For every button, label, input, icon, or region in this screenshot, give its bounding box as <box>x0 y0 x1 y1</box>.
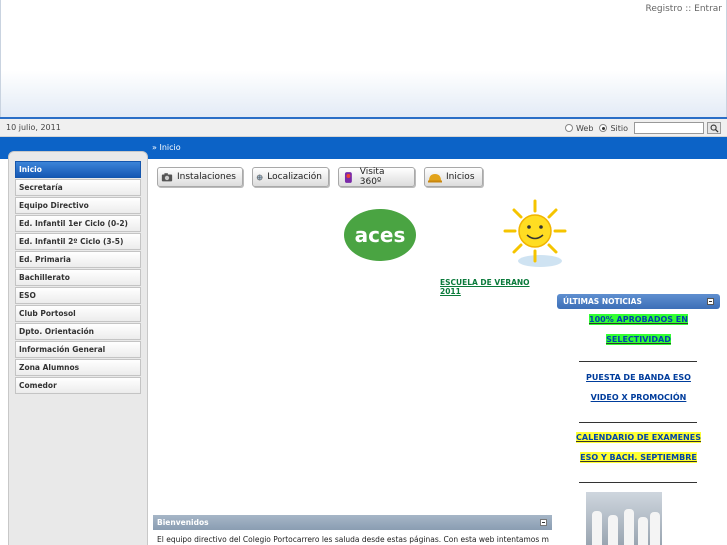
visita-360-button[interactable]: Visita 360º <box>338 167 415 187</box>
search-form: Web Sitio <box>564 122 721 134</box>
news-divider <box>579 422 697 423</box>
localizacion-label: Localización <box>267 172 322 182</box>
instalaciones-button[interactable]: Instalaciones <box>157 167 243 187</box>
search-site-label: Sitio <box>610 123 628 133</box>
breadcrumb-home-link[interactable]: Inicio <box>159 143 180 152</box>
sidebar-item-informacion-general[interactable]: Información General <box>15 341 141 358</box>
welcome-panel-header: Bienvenidos <box>153 515 552 530</box>
search-button[interactable] <box>707 122 721 134</box>
globe-icon <box>256 174 263 180</box>
sidebar-item-bachillerato[interactable]: Bachillerato <box>15 269 141 286</box>
date-search-bar: 10 julio, 2011 Web Sitio <box>0 117 727 137</box>
news-item-line: ESO Y BACH. SEPTIEMBRE <box>580 452 697 463</box>
sidebar-item-club-portosol[interactable]: Club Portosol <box>15 305 141 322</box>
news-item-calendario[interactable]: CALENDARIO DE EXAMENES ESO Y BACH. SEPTI… <box>557 428 720 468</box>
viewer-icon <box>344 171 352 183</box>
visita-360-label: Visita 360º <box>359 167 385 187</box>
instalaciones-label: Instalaciones <box>177 172 236 182</box>
site-header: Registro :: Entrar <box>0 0 727 117</box>
links-separator: :: <box>685 4 692 14</box>
current-date: 10 julio, 2011 <box>6 123 61 132</box>
sidebar-item-primaria[interactable]: Ed. Primaria <box>15 251 141 268</box>
sidebar-item-equipo-directivo[interactable]: Equipo Directivo <box>15 197 141 214</box>
sidebar-item-infantil-1[interactable]: Ed. Infantil 1er Ciclo (0-2) <box>15 215 141 232</box>
news-panel: ÚLTIMAS NOTICIAS 100% APROBADOS EN SELEC… <box>557 294 720 545</box>
inicios-label: Inicios <box>446 172 475 182</box>
sidebar-item-secretaria[interactable]: Secretaría <box>15 179 141 196</box>
news-item-line: CALENDARIO DE EXAMENES <box>576 432 701 443</box>
helmet-icon <box>428 173 442 182</box>
sun-icon[interactable] <box>500 197 570 271</box>
breadcrumb-arrow: » <box>152 143 157 152</box>
sidebar-item-orientacion[interactable]: Dpto. Orientación <box>15 323 141 340</box>
sidebar-item-infantil-2[interactable]: Ed. Infantil 2º Ciclo (3-5) <box>15 233 141 250</box>
search-web-radio[interactable] <box>564 124 573 132</box>
welcome-title: Bienvenidos <box>157 518 209 527</box>
news-item-line: SELECTIVIDAD <box>606 334 671 345</box>
news-item-banda[interactable]: PUESTA DE BANDA ESO <box>557 368 720 388</box>
camera-icon <box>161 172 173 181</box>
news-item-line: VIDEO X PROMOCIÓN <box>590 393 687 402</box>
main-content: Instalaciones Localización Visita 360º I… <box>152 159 567 545</box>
search-web-label: Web <box>575 123 594 133</box>
sidebar-menu: Inicio Secretaría Equipo Directivo Ed. I… <box>8 151 148 545</box>
breadcrumb: » Inicio <box>152 143 181 152</box>
news-item-line: 100% APROBADOS EN <box>589 314 688 325</box>
summer-school-link[interactable]: ESCUELA DE VERANO 2011 <box>440 278 553 296</box>
news-title: ÚLTIMAS NOTICIAS <box>563 297 642 306</box>
news-photo[interactable] <box>586 492 662 545</box>
sidebar-item-zona-alumnos[interactable]: Zona Alumnos <box>15 359 141 376</box>
news-item-video[interactable]: VIDEO X PROMOCIÓN <box>557 388 720 408</box>
news-item-selectividad[interactable]: 100% APROBADOS EN SELECTIVIDAD <box>557 310 720 350</box>
quick-links-toolbar: Instalaciones Localización Visita 360º I… <box>157 167 483 187</box>
sidebar-item-inicio[interactable]: Inicio <box>15 161 141 178</box>
localizacion-button[interactable]: Localización <box>252 167 329 187</box>
collapse-icon[interactable] <box>540 519 547 526</box>
magnifier-icon <box>710 124 719 133</box>
search-site-radio[interactable] <box>599 124 608 132</box>
collapse-icon[interactable] <box>707 298 714 305</box>
news-panel-header: ÚLTIMAS NOTICIAS <box>557 294 720 309</box>
inicios-button[interactable]: Inicios <box>424 167 483 187</box>
welcome-text: El equipo directivo del Colegio Portocar… <box>157 535 549 544</box>
news-item-line: PUESTA DE BANDA ESO <box>586 373 691 382</box>
news-divider <box>579 361 697 362</box>
register-link[interactable]: Registro <box>646 4 683 14</box>
account-links: Registro :: Entrar <box>646 4 723 14</box>
login-link[interactable]: Entrar <box>694 4 722 14</box>
sidebar-item-eso[interactable]: ESO <box>15 287 141 304</box>
search-input[interactable] <box>634 122 704 134</box>
news-divider <box>579 482 697 483</box>
sidebar-item-comedor[interactable]: Comedor <box>15 377 141 394</box>
aces-logo[interactable]: aces <box>344 209 416 261</box>
